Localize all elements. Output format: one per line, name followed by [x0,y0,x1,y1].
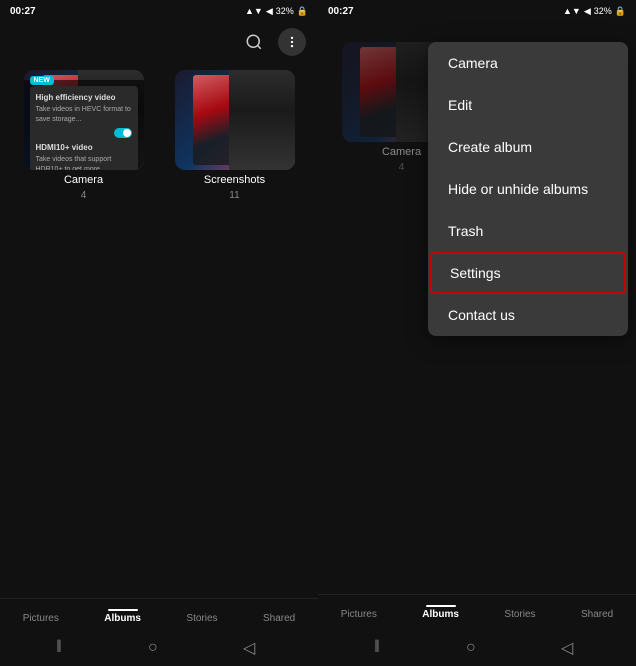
dropdown-item-settings[interactable]: Settings [430,252,626,294]
album-thumb-camera-left[interactable]: NEW High efficiency video Take videos in… [24,70,144,170]
nav-stories-left[interactable]: Stories [186,609,217,624]
album-count-camera-left: 4 [81,190,87,201]
recents-btn-right[interactable]: ◁ [561,638,573,658]
top-bar-left [0,22,318,62]
dropdown-item-hide-albums[interactable]: Hide or unhide albums [428,168,628,210]
setting-detail-1: Take videos in HEVC format to save stora… [36,105,132,125]
signal-icon-left: ▲▼ [245,6,263,16]
status-bar-right: 00:27 ▲▼ ◀ 32% 🔒 [318,0,636,22]
nav-label-shared-left: Shared [263,613,295,624]
left-phone-screen: 00:27 ▲▼ ◀ 32% 🔒 NEW [0,0,318,666]
setting-detail-2: Take videos that support HDR10+ to get m… [36,155,132,170]
dropdown-item-trash[interactable]: Trash [428,210,628,252]
settings-overlay: High efficiency video Take videos in HEV… [24,80,144,170]
nav-shared-left[interactable]: Shared [263,609,295,624]
bottom-nav-left: Pictures Albums Stories Shared [0,598,318,630]
nav-label-pictures-right: Pictures [341,609,377,620]
nav-label-pictures-left: Pictures [23,613,59,624]
nav-albums-left[interactable]: Albums [104,609,141,624]
setting-title-1: High efficiency video [36,92,132,103]
nav-stories-right[interactable]: Stories [504,605,535,620]
new-badge-left: NEW [30,76,54,85]
screenshots-thumb-img [175,70,295,170]
battery-icon-left: 32% [276,6,294,16]
album-label-camera-left: Camera [64,174,103,186]
nav-label-albums-left: Albums [104,613,141,624]
dropdown-menu: Camera Edit Create album Hide or unhide … [428,42,628,336]
toggle-switch-1[interactable] [114,128,132,138]
nav-label-stories-right: Stories [504,609,535,620]
album-item-screenshots-left[interactable]: Screenshots 11 [163,70,306,590]
album-label-screenshots: Screenshots [204,174,265,186]
status-time-right: 00:27 [328,6,354,17]
top-bar-right [318,22,636,34]
home-btn-left[interactable]: ○ [148,639,158,657]
album-item-camera-left[interactable]: NEW High efficiency video Take videos in… [12,70,155,590]
dropdown-item-contact-us[interactable]: Contact us [428,294,628,336]
status-icons-left: ▲▼ ◀ 32% 🔒 [245,6,308,17]
album-count-screenshots: 11 [229,190,239,201]
nav-label-stories-left: Stories [186,613,217,624]
status-time-left: 00:27 [10,6,36,17]
nav-albums-right[interactable]: Albums [422,605,459,620]
nav-pictures-right[interactable]: Pictures [341,605,377,620]
dropdown-item-create-album[interactable]: Create album [428,126,628,168]
status-bar-left: 00:27 ▲▼ ◀ 32% 🔒 [0,0,318,22]
lock-icon-right: 🔒 [615,6,626,17]
signal-icon-right: ▲▼ [563,6,581,16]
more-button-left[interactable] [278,28,306,56]
home-btn-right[interactable]: ○ [466,639,476,657]
dropdown-item-edit[interactable]: Edit [428,84,628,126]
home-bar-left: ⃦ ○ ◁ [0,630,318,666]
battery-icon-right: 32% [594,6,612,16]
wifi-icon-right: ◀ [584,6,591,17]
search-button-left[interactable] [240,28,268,56]
nav-label-shared-right: Shared [581,609,613,620]
album-label-camera-right: Camera [382,146,421,158]
dropdown-item-camera[interactable]: Camera [428,42,628,84]
album-thumb-screenshots-left[interactable] [175,70,295,170]
home-bar-right: ⃦ ○ ◁ [318,630,636,666]
album-count-camera-right: 4 [399,162,405,173]
recents-btn-left[interactable]: ◁ [243,638,255,658]
status-icons-right: ▲▼ ◀ 32% 🔒 [563,6,626,17]
bottom-nav-right: Pictures Albums Stories Shared [318,594,636,626]
lock-icon-left: 🔒 [297,6,308,17]
settings-panel: High efficiency video Take videos in HEV… [30,86,138,170]
wifi-icon-left: ◀ [266,6,273,17]
albums-grid-left: NEW High efficiency video Take videos in… [0,62,318,598]
nav-pictures-left[interactable]: Pictures [23,609,59,624]
setting-title-2: HDMI10+ video [36,142,132,153]
right-phone-screen: 00:27 ▲▼ ◀ 32% 🔒 Camera 4 Camera Edit Cr… [318,0,636,666]
toggle-row-1 [36,128,132,138]
nav-shared-right[interactable]: Shared [581,605,613,620]
nav-label-albums-right: Albums [422,609,459,620]
